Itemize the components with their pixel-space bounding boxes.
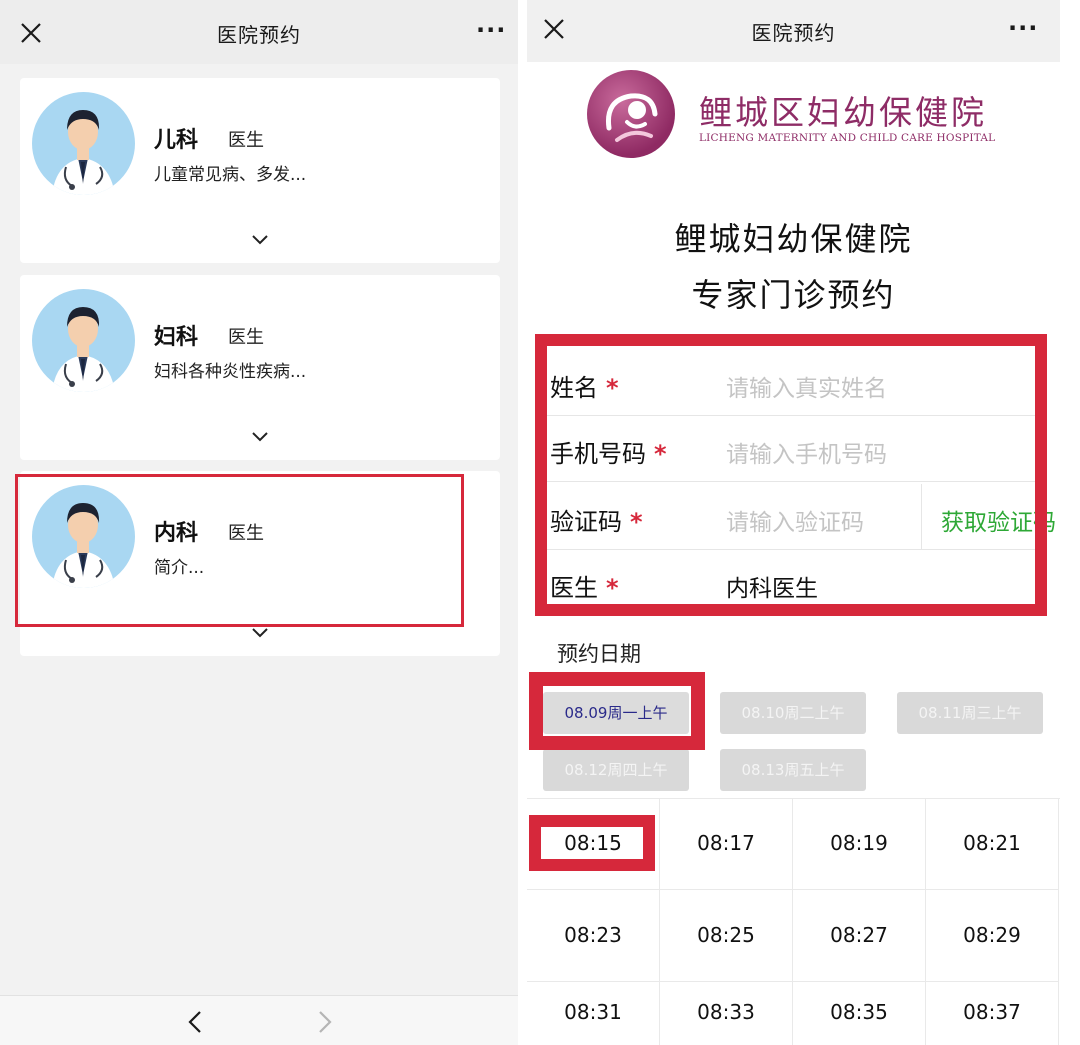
hospital-logo <box>587 70 675 158</box>
page-title: 医院预约 <box>217 23 301 47</box>
bottom-navigation-bar <box>0 995 518 1045</box>
date-section-label: 预约日期 <box>557 642 641 666</box>
top-navigation-bar: 医院预约 ··· <box>527 0 1060 62</box>
hospital-name-logo: 鲤城区妇幼保健院 <box>699 93 987 132</box>
chevron-down-icon[interactable] <box>251 234 269 246</box>
doctor-card[interactable]: 儿科 医生 儿童常见病、多发... <box>20 78 500 263</box>
doctor-list-panel: 医院预约 ··· 儿科 医生 儿童常见病、多发... 妇科 医生 妇科各种炎性疾… <box>0 0 518 1045</box>
date-option[interactable]: 08.10周二上午 <box>720 692 866 734</box>
time-slot[interactable]: 08:37 <box>926 982 1059 1045</box>
top-navigation-bar: 医院预约 ··· <box>0 0 518 64</box>
doctor-card[interactable]: 妇科 医生 妇科各种炎性疾病... <box>20 275 500 460</box>
highlight-box <box>15 474 464 627</box>
time-slot[interactable]: 08:35 <box>793 982 926 1045</box>
doctor-intro: 儿童常见病、多发... <box>154 165 307 185</box>
highlight-box <box>529 672 705 750</box>
date-option[interactable]: 08.11周三上午 <box>897 692 1043 734</box>
forward-arrow-icon[interactable] <box>318 1010 332 1034</box>
chevron-down-icon[interactable] <box>251 627 269 639</box>
page-title: 医院预约 <box>751 21 836 45</box>
doctor-intro: 妇科各种炎性疾病... <box>154 362 307 382</box>
time-slot[interactable]: 08:21 <box>926 798 1059 890</box>
time-slot[interactable]: 08:23 <box>527 890 660 982</box>
time-slot[interactable]: 08:29 <box>926 890 1059 982</box>
highlight-box <box>529 815 655 871</box>
date-option[interactable]: 08.13周五上午 <box>720 749 866 791</box>
department-name: 妇科 <box>154 325 199 350</box>
time-slot[interactable]: 08:31 <box>527 982 660 1045</box>
time-slot[interactable]: 08:25 <box>660 890 793 982</box>
time-slot[interactable]: 08:17 <box>660 798 793 890</box>
more-options-icon[interactable]: ··· <box>476 16 506 44</box>
form-heading: 鲤城妇幼保健院 <box>674 220 913 258</box>
form-subheading: 专家门诊预约 <box>691 276 896 314</box>
highlight-box <box>535 334 1047 616</box>
hospital-name-english: LICHENG MATERNITY AND CHILD CARE HOSPITA… <box>699 132 996 144</box>
doctor-role: 医生 <box>228 130 264 151</box>
doctor-avatar <box>32 92 135 195</box>
doctor-avatar <box>32 289 135 392</box>
time-slot[interactable]: 08:27 <box>793 890 926 982</box>
time-slot[interactable]: 08:33 <box>660 982 793 1045</box>
more-options-icon[interactable]: ··· <box>1008 14 1038 42</box>
chevron-down-icon[interactable] <box>251 431 269 443</box>
date-option[interactable]: 08.12周四上午 <box>543 749 689 791</box>
doctor-role: 医生 <box>228 327 264 348</box>
appointment-form-panel: 医院预约 ··· 鲤城区妇幼保健院 LICHENG MATERNITY AND … <box>527 0 1060 1045</box>
time-slot[interactable]: 08:19 <box>793 798 926 890</box>
department-name: 儿科 <box>154 128 199 153</box>
back-arrow-icon[interactable] <box>188 1010 202 1034</box>
